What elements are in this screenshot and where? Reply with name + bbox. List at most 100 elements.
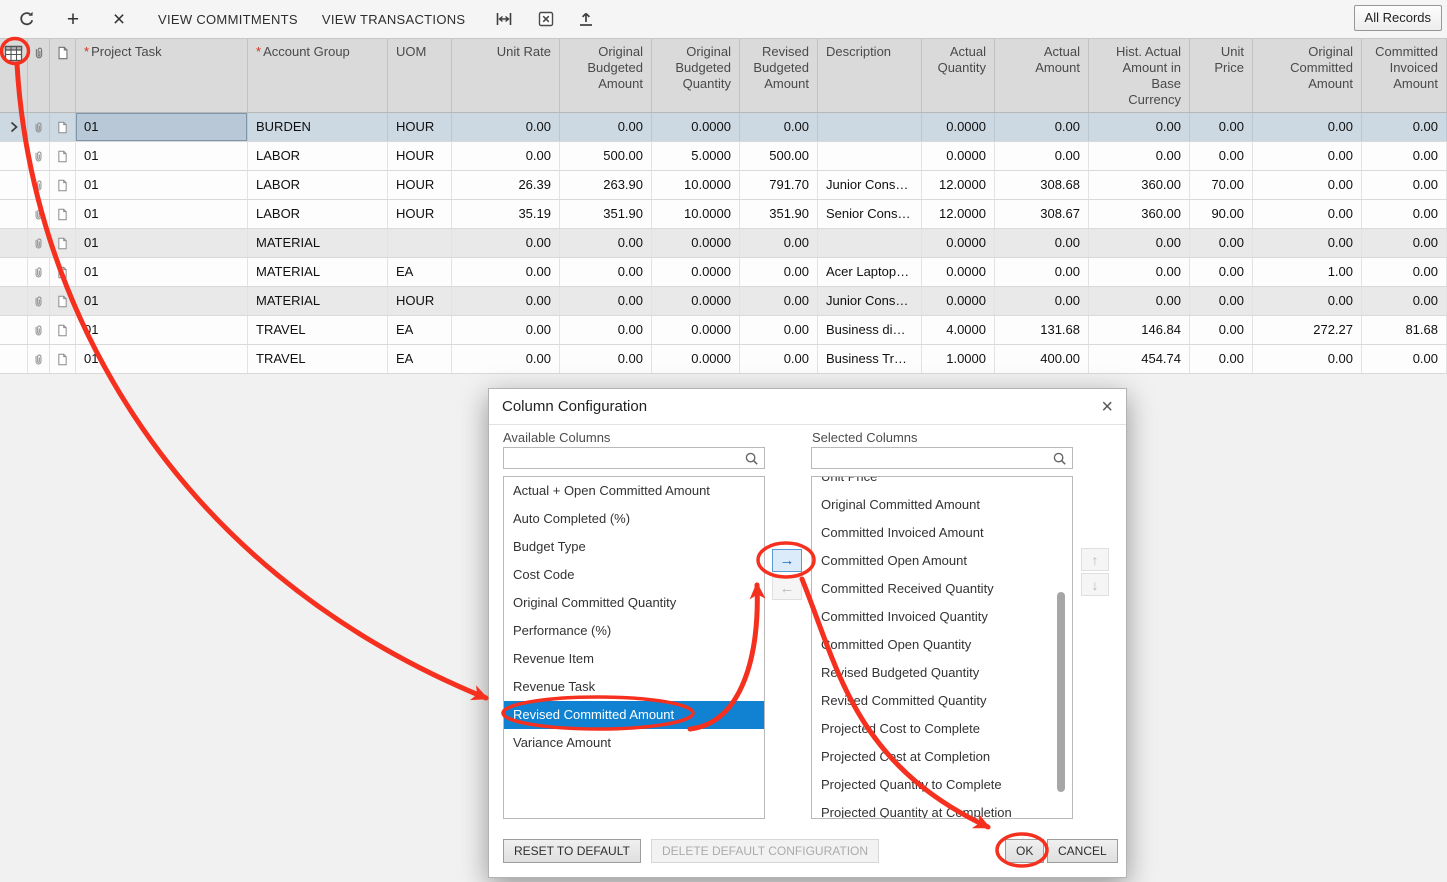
grid-cell[interactable]: 12.0000: [922, 171, 995, 199]
grid-cell[interactable]: 01: [76, 229, 248, 257]
grid-cell[interactable]: [28, 345, 50, 373]
grid-cell[interactable]: 263.90: [560, 171, 652, 199]
grid-cell[interactable]: 272.27: [1253, 316, 1362, 344]
grid-cell[interactable]: 0.00: [1253, 113, 1362, 141]
selected-search-input[interactable]: [812, 448, 1072, 468]
grid-cell[interactable]: 1.0000: [922, 345, 995, 373]
grid-cell[interactable]: 0.00: [740, 229, 818, 257]
grid-cell[interactable]: 0.00: [1253, 171, 1362, 199]
grid-cell[interactable]: 0.00: [1362, 258, 1447, 286]
grid-cell[interactable]: 4.0000: [922, 316, 995, 344]
view-transactions-button[interactable]: VIEW TRANSACTIONS: [314, 6, 474, 33]
grid-cell[interactable]: 01: [76, 316, 248, 344]
grid-cell[interactable]: 146.84: [1089, 316, 1190, 344]
column-header-committed_invoiced_amount[interactable]: Committed Invoiced Amount: [1362, 39, 1447, 112]
grid-cell[interactable]: 10.0000: [652, 171, 740, 199]
grid-cell[interactable]: TRAVEL: [248, 316, 388, 344]
ok-button[interactable]: OK: [1005, 839, 1044, 863]
table-row[interactable]: 01MATERIALHOUR0.000.000.00000.00Junior C…: [0, 287, 1447, 316]
grid-cell[interactable]: 0.00: [740, 316, 818, 344]
grid-cell[interactable]: Business Tr…: [818, 345, 922, 373]
grid-cell[interactable]: 0.00: [1253, 287, 1362, 315]
grid-cell[interactable]: [28, 113, 50, 141]
grid-cell[interactable]: [50, 287, 76, 315]
grid-cell[interactable]: 0.00: [560, 316, 652, 344]
grid-cell[interactable]: HOUR: [388, 171, 452, 199]
grid-cell[interactable]: 0.0000: [652, 258, 740, 286]
grid-cell[interactable]: 0.0000: [922, 287, 995, 315]
grid-cell[interactable]: HOUR: [388, 142, 452, 170]
grid-cell[interactable]: 0.00: [1089, 142, 1190, 170]
grid-cell[interactable]: 0.00: [1362, 229, 1447, 257]
grid-cell[interactable]: HOUR: [388, 113, 452, 141]
grid-cell[interactable]: Senior Cons…: [818, 200, 922, 228]
grid-cell[interactable]: 131.68: [995, 316, 1089, 344]
grid-cell[interactable]: 0.00: [1253, 142, 1362, 170]
list-item[interactable]: Budget Type: [504, 533, 764, 561]
grid-cell[interactable]: 01: [76, 258, 248, 286]
grid-cell[interactable]: 0.00: [452, 287, 560, 315]
move-up-button[interactable]: ↑: [1081, 548, 1109, 571]
grid-cell[interactable]: 0.00: [1362, 142, 1447, 170]
grid-cell[interactable]: Junior Cons…: [818, 287, 922, 315]
move-left-button[interactable]: ←: [772, 577, 802, 600]
grid-cell[interactable]: 0.00: [995, 113, 1089, 141]
list-item[interactable]: Projected Cost at Completion: [812, 743, 1072, 771]
grid-cell[interactable]: [50, 229, 76, 257]
grid-cell[interactable]: 0.0000: [652, 345, 740, 373]
grid-cell[interactable]: 01: [76, 287, 248, 315]
grid-cell[interactable]: [28, 229, 50, 257]
grid-cell[interactable]: [0, 345, 28, 373]
dialog-close-icon[interactable]: ×: [1101, 397, 1113, 417]
grid-cell[interactable]: [28, 200, 50, 228]
grid-cell[interactable]: 0.00: [1190, 113, 1253, 141]
available-search-input[interactable]: [504, 448, 764, 468]
grid-cell[interactable]: HOUR: [388, 200, 452, 228]
grid-cell[interactable]: 0.0000: [922, 142, 995, 170]
grid-cell[interactable]: [50, 113, 76, 141]
grid-cell[interactable]: 35.19: [452, 200, 560, 228]
grid-cell[interactable]: 0.00: [1190, 258, 1253, 286]
grid-cell[interactable]: 360.00: [1089, 200, 1190, 228]
grid-cell[interactable]: [0, 229, 28, 257]
list-item[interactable]: Committed Invoiced Quantity: [812, 603, 1072, 631]
list-item[interactable]: Committed Open Quantity: [812, 631, 1072, 659]
grid-cell[interactable]: Acer Laptop…: [818, 258, 922, 286]
grid-cell[interactable]: 0.0000: [922, 229, 995, 257]
grid-cell[interactable]: [50, 171, 76, 199]
reset-to-default-button[interactable]: RESET TO DEFAULT: [503, 839, 641, 863]
grid-cell[interactable]: EA: [388, 316, 452, 344]
grid-cell[interactable]: 0.0000: [922, 113, 995, 141]
list-item[interactable]: Unit Price: [812, 476, 1072, 491]
grid-cell[interactable]: 0.00: [1362, 287, 1447, 315]
list-item[interactable]: Revenue Item: [504, 645, 764, 673]
column-header-original_committed_amount[interactable]: Original Committed Amount: [1253, 39, 1362, 112]
upload-button[interactable]: [573, 4, 599, 34]
list-item[interactable]: Original Committed Amount: [812, 491, 1072, 519]
column-header-original_budgeted_amount[interactable]: Original Budgeted Amount: [560, 39, 652, 112]
list-item[interactable]: Cost Code: [504, 561, 764, 589]
grid-cell[interactable]: 26.39: [452, 171, 560, 199]
table-row[interactable]: 01MATERIALEA0.000.000.00000.00Acer Lapto…: [0, 258, 1447, 287]
grid-cell[interactable]: 0.00: [1362, 171, 1447, 199]
refresh-button[interactable]: [14, 4, 40, 34]
cancel-button[interactable]: CANCEL: [1047, 839, 1118, 863]
grid-cell[interactable]: 0.00: [740, 345, 818, 373]
grid-cell[interactable]: 0.00: [1362, 200, 1447, 228]
table-row[interactable]: 01LABORHOUR35.19351.9010.0000351.90Senio…: [0, 200, 1447, 229]
view-commitments-button[interactable]: VIEW COMMITMENTS: [150, 6, 306, 33]
grid-cell[interactable]: [0, 171, 28, 199]
grid-cell[interactable]: 0.00: [1362, 113, 1447, 141]
grid-cell[interactable]: Junior Cons…: [818, 171, 922, 199]
export-to-excel-button[interactable]: [533, 4, 559, 34]
grid-cell[interactable]: [50, 200, 76, 228]
add-row-button[interactable]: +: [60, 4, 86, 34]
grid-cell[interactable]: 1.00: [1253, 258, 1362, 286]
grid-cell[interactable]: 454.74: [1089, 345, 1190, 373]
grid-cell[interactable]: Business di…: [818, 316, 922, 344]
column-header-unit_price[interactable]: Unit Price: [1190, 39, 1253, 112]
grid-cell[interactable]: 0.00: [1190, 142, 1253, 170]
delete-default-configuration-button[interactable]: DELETE DEFAULT CONFIGURATION: [651, 839, 879, 863]
grid-cell[interactable]: 01: [76, 171, 248, 199]
grid-cell[interactable]: [50, 258, 76, 286]
